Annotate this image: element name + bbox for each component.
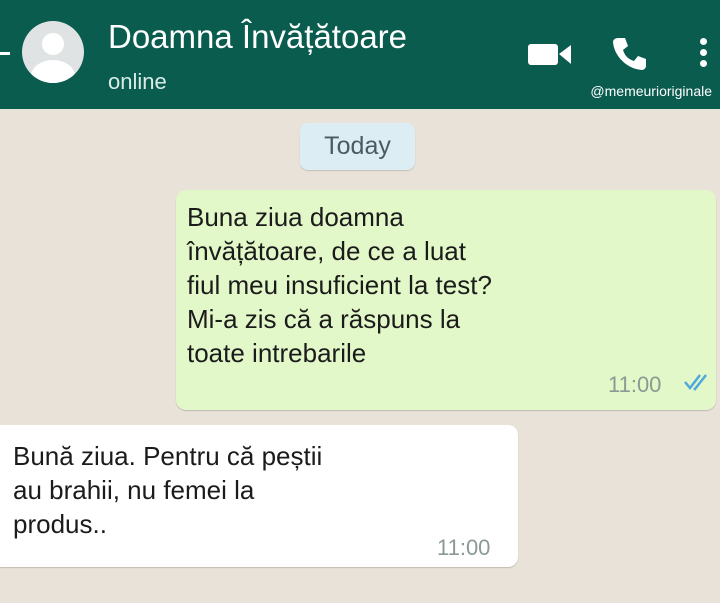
video-call-icon[interactable] <box>528 41 572 67</box>
message-time: 11:00 <box>608 372 662 397</box>
message-text: Buna ziua doamna învățătoare, de ce a lu… <box>187 202 492 368</box>
avatar-head-shape <box>42 33 64 55</box>
chat-header: Doamna Învățătoare online @memeuriorigin… <box>0 0 720 109</box>
back-arrow-icon[interactable] <box>0 52 10 55</box>
message-text: Bună ziua. Pentru că peștii au brahii, n… <box>13 441 323 539</box>
contact-avatar[interactable] <box>22 21 84 83</box>
date-separator: Today <box>300 123 415 170</box>
avatar-body-shape <box>31 60 75 83</box>
outgoing-message-bubble[interactable]: Buna ziua doamna învățătoare, de ce a lu… <box>176 190 716 410</box>
more-options-icon[interactable] <box>700 38 710 72</box>
watermark-text: @memeurioriginale <box>590 83 712 99</box>
read-receipt-icon <box>684 374 707 391</box>
contact-name[interactable]: Doamna Învățătoare <box>108 18 407 56</box>
phone-call-icon[interactable] <box>612 35 648 71</box>
contact-status: online <box>108 69 167 94</box>
incoming-message-bubble[interactable]: Bună ziua. Pentru că peștii au brahii, n… <box>0 425 518 567</box>
message-time: 11:00 <box>437 535 491 560</box>
